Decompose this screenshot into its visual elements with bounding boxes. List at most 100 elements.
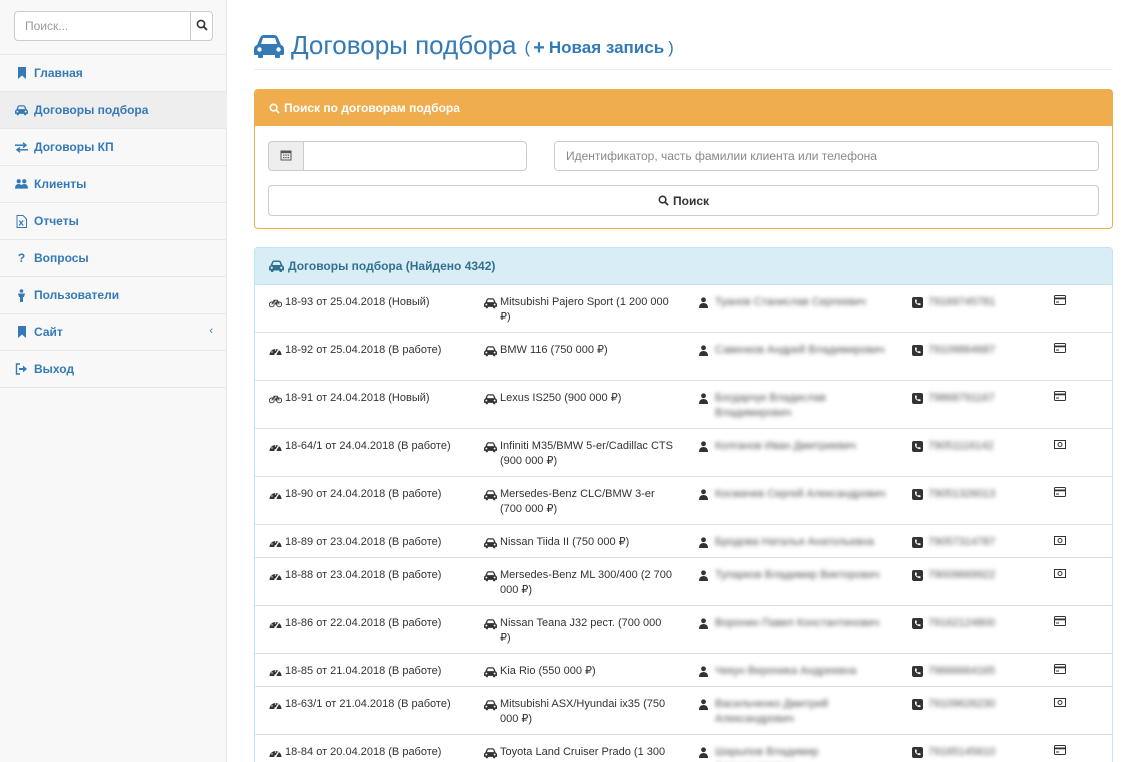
users-icon (15, 178, 28, 191)
table-row[interactable]: 18-90 от 24.04.2018 (В работе) Mersedes-B… (255, 477, 1112, 525)
sidebar-search (14, 11, 213, 41)
contracts-list: 18-93 от 25.04.2018 (Новый) Mitsubishi Pa… (255, 285, 1112, 762)
phone-icon (912, 616, 925, 631)
client-name: Васильченко Дмитрий Александрович (715, 698, 829, 725)
sidebar-search-input[interactable] (14, 11, 190, 41)
sidebar-item[interactable]: Главная (0, 55, 227, 92)
car-cell: Kia Rio (550 000 ₽) (484, 664, 674, 679)
client-name: Бродова Наталья Анатольевна (715, 536, 875, 548)
id-search-input[interactable] (554, 141, 1099, 171)
phone-icon (912, 697, 925, 712)
contract-number[interactable]: 18-91 от 24.04.2018 (Новый) (285, 391, 430, 406)
phone-cell: 79109626230 (912, 697, 1032, 712)
car-icon (15, 104, 28, 117)
sidebar-item-label: Договоры подбора (34, 103, 149, 117)
car-text: Mitsubishi Pajero Sport (1 200 000 ₽) (500, 296, 669, 323)
client-name: Тупарков Владимир Викторович (715, 569, 880, 581)
client-cell: Шарыпов Владимир Александрович (699, 745, 894, 762)
new-record: ( + Новая запись ) (525, 38, 674, 58)
client-name: Богдарчук Владислав Владимирович (715, 392, 826, 419)
tachometer-icon (269, 745, 282, 760)
phone-number: 79169745781 (928, 296, 996, 308)
phone-number: 79009669922 (928, 569, 996, 581)
car-icon (484, 535, 497, 550)
sidebar-item[interactable]: Договоры подбора (0, 92, 227, 129)
phone-cell: 79057314787 (912, 535, 1032, 550)
contract-number[interactable]: 18-63/1 от 21.04.2018 (В работе) (285, 697, 451, 712)
contract-number[interactable]: 18-84 от 20.04.2018 (В работе) (285, 745, 441, 760)
sidebar-item-label: Вопросы (34, 251, 89, 265)
sidebar-nav: Главная Договоры подбора Договоры КП Клиент… (0, 54, 227, 388)
car-icon (484, 295, 497, 310)
sidebar-item[interactable]: Сайт ‹ (0, 314, 227, 351)
phone-cell: 79666664165 (912, 664, 1032, 679)
plus-icon[interactable]: + (533, 38, 545, 58)
tachometer-icon (269, 568, 282, 583)
car-icon (484, 487, 497, 502)
phone-cell: 79009669922 (912, 568, 1032, 583)
table-row[interactable]: 18-89 от 23.04.2018 (В работе) Nissan Tii… (255, 525, 1112, 558)
bookmark-icon (15, 326, 28, 339)
user-icon (699, 568, 712, 583)
tachometer-icon (269, 487, 282, 502)
phone-cell: 79051116142 (912, 439, 1032, 454)
phone-icon (912, 745, 925, 760)
sidebar-item-label: Сайт (34, 325, 63, 339)
car-cell: Mitsubishi ASX/Hyundai ix35 (750 000 ₽) (484, 697, 674, 727)
table-row[interactable]: 18-93 от 25.04.2018 (Новый) Mitsubishi Pa… (255, 285, 1112, 333)
money-icon (1054, 535, 1068, 550)
client-cell: Васильченко Дмитрий Александрович (699, 697, 894, 727)
contract-number-cell: 18-64/1 от 24.04.2018 (В работе) (269, 439, 479, 454)
contract-number[interactable]: 18-92 от 25.04.2018 (В работе) (285, 343, 441, 358)
contract-number[interactable]: 18-93 от 25.04.2018 (Новый) (285, 295, 430, 310)
table-row[interactable]: 18-91 от 24.04.2018 (Новый) Lexus IS250 (… (255, 381, 1112, 429)
sidebar-item[interactable]: Клиенты (0, 166, 227, 203)
sidebar-item[interactable]: ? Вопросы (0, 240, 227, 277)
sidebar-item[interactable]: Отчеты (0, 203, 227, 240)
contract-number[interactable]: 18-85 от 21.04.2018 (В работе) (285, 664, 441, 679)
phone-icon (912, 568, 925, 583)
date-input[interactable] (303, 141, 527, 171)
table-row[interactable]: 18-84 от 20.04.2018 (В работе) Toyota Lan… (255, 735, 1112, 762)
tachometer-icon (269, 697, 282, 712)
contract-number[interactable]: 18-86 от 22.04.2018 (В работе) (285, 616, 441, 631)
table-row[interactable]: 18-63/1 от 21.04.2018 (В работе) Mitsubis… (255, 687, 1112, 735)
user-icon (699, 535, 712, 550)
tachometer-icon (269, 535, 282, 550)
phone-number: 79109626230 (928, 698, 996, 710)
contract-number[interactable]: 18-88 от 23.04.2018 (В работе) (285, 568, 441, 583)
sidebar-item[interactable]: Договоры КП (0, 129, 227, 166)
sidebar-search-button[interactable] (190, 11, 213, 41)
sidebar-item[interactable]: Выход (0, 351, 227, 388)
contract-number-cell: 18-63/1 от 21.04.2018 (В работе) (269, 697, 479, 712)
contract-number[interactable]: 18-64/1 от 24.04.2018 (В работе) (285, 439, 451, 454)
car-cell: Mersedes-Benz ML 300/400 (2 700 000 ₽) (484, 568, 674, 598)
table-row[interactable]: 18-64/1 от 24.04.2018 (В работе) Infiniti… (255, 429, 1112, 477)
car-text: Nissan Tiida II (750 000 ₽) (500, 536, 630, 548)
table-row[interactable]: 18-88 от 23.04.2018 (В работе) Mersedes-B… (255, 558, 1112, 606)
phone-number: 79165145610 (928, 746, 996, 758)
car-text: Kia Rio (550 000 ₽) (500, 665, 596, 677)
calendar-icon (280, 149, 292, 164)
new-record-link[interactable]: Новая запись (549, 38, 664, 58)
search-button[interactable]: Поиск (268, 185, 1099, 216)
money-icon (1054, 568, 1068, 583)
contract-number[interactable]: 18-90 от 24.04.2018 (В работе) (285, 487, 441, 502)
phone-cell: 79169745781 (912, 295, 1032, 310)
client-cell: Колганов Иван Дмитриевич (699, 439, 894, 454)
client-name: Космачев Сергей Александрович (715, 488, 886, 500)
car-text: Toyota Land Cruiser Prado (1 300 000 ₽) (500, 746, 666, 762)
car-cell: Nissan Tiida II (750 000 ₽) (484, 535, 674, 550)
sidebar-item[interactable]: Пользователи (0, 277, 227, 314)
search-icon (196, 19, 208, 34)
table-row[interactable]: 18-92 от 25.04.2018 (В работе) BMW 116 (7… (255, 333, 1112, 381)
contract-number[interactable]: 18-89 от 23.04.2018 (В работе) (285, 535, 441, 550)
money-icon (1054, 697, 1068, 712)
table-row[interactable]: 18-86 от 22.04.2018 (В работе) Nissan Tea… (255, 606, 1112, 654)
car-text: Mitsubishi ASX/Hyundai ix35 (750 000 ₽) (500, 698, 666, 725)
client-name: Колганов Иван Дмитриевич (715, 440, 856, 452)
money-icon (1054, 439, 1068, 454)
calendar-button[interactable] (268, 141, 303, 171)
car-icon (484, 697, 497, 712)
table-row[interactable]: 18-85 от 21.04.2018 (В работе) Kia Rio (5… (255, 654, 1112, 687)
